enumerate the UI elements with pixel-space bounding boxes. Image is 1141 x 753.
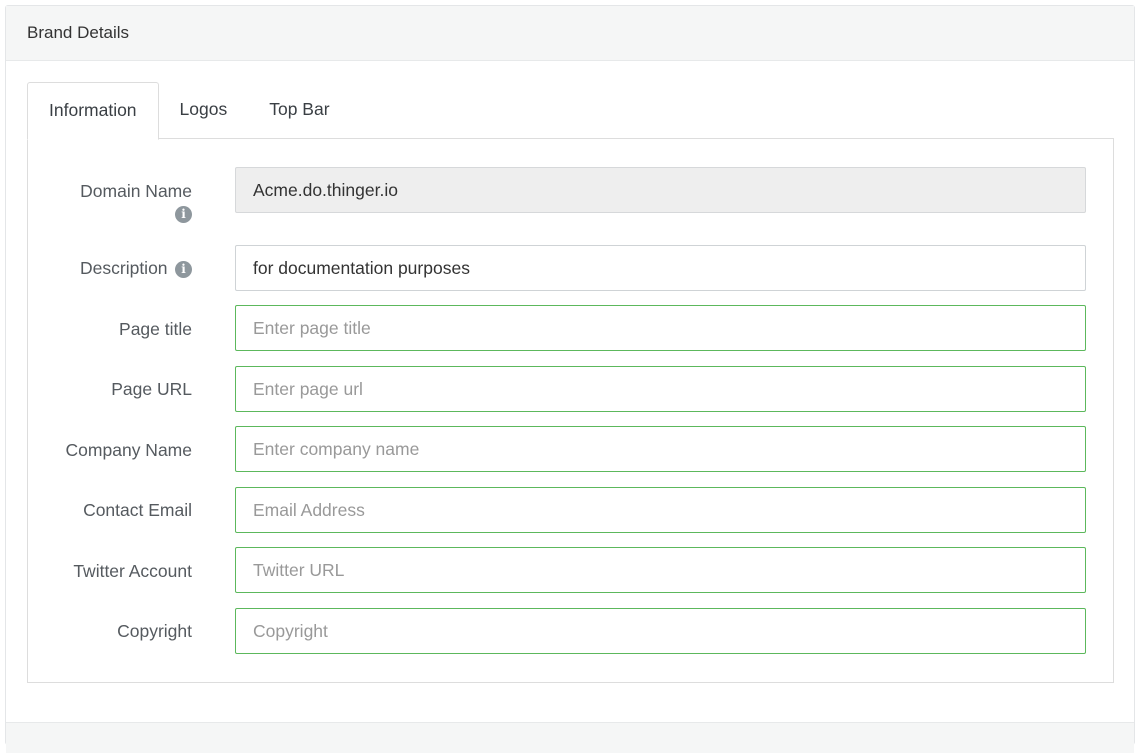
copyright-field[interactable]: [235, 608, 1086, 654]
tab-logos[interactable]: Logos: [159, 82, 249, 139]
panel-title: Brand Details: [6, 6, 1134, 61]
information-tab-content: Domain Name i Description i Page title P…: [27, 138, 1114, 683]
company-name-field[interactable]: [235, 426, 1086, 472]
info-icon[interactable]: i: [175, 261, 192, 278]
tab-bar: Information Logos Top Bar: [27, 82, 351, 140]
panel-footer: [6, 722, 1134, 753]
description-field[interactable]: [235, 245, 1086, 291]
brand-details-panel: Brand Details Information Logos Top Bar …: [5, 5, 1135, 753]
twitter-account-label: Twitter Account: [73, 561, 192, 581]
description-label: Description: [80, 258, 168, 278]
description-label-group: Description i: [80, 256, 192, 282]
domain-name-label: Domain Name: [80, 181, 192, 201]
page-title-field[interactable]: [235, 305, 1086, 351]
domain-name-label-group: Domain Name i: [80, 179, 192, 224]
contact-email-field[interactable]: [235, 487, 1086, 533]
domain-name-field[interactable]: [235, 167, 1086, 213]
copyright-label: Copyright: [117, 621, 192, 641]
contact-email-label: Contact Email: [83, 500, 192, 520]
info-icon[interactable]: i: [175, 206, 192, 224]
tab-information[interactable]: Information: [27, 82, 159, 140]
tab-top-bar[interactable]: Top Bar: [248, 82, 350, 139]
page-url-field[interactable]: [235, 366, 1086, 412]
company-name-label: Company Name: [65, 440, 192, 460]
twitter-account-field[interactable]: [235, 547, 1086, 593]
page-url-label: Page URL: [111, 379, 192, 399]
page-title-label: Page title: [119, 319, 192, 339]
